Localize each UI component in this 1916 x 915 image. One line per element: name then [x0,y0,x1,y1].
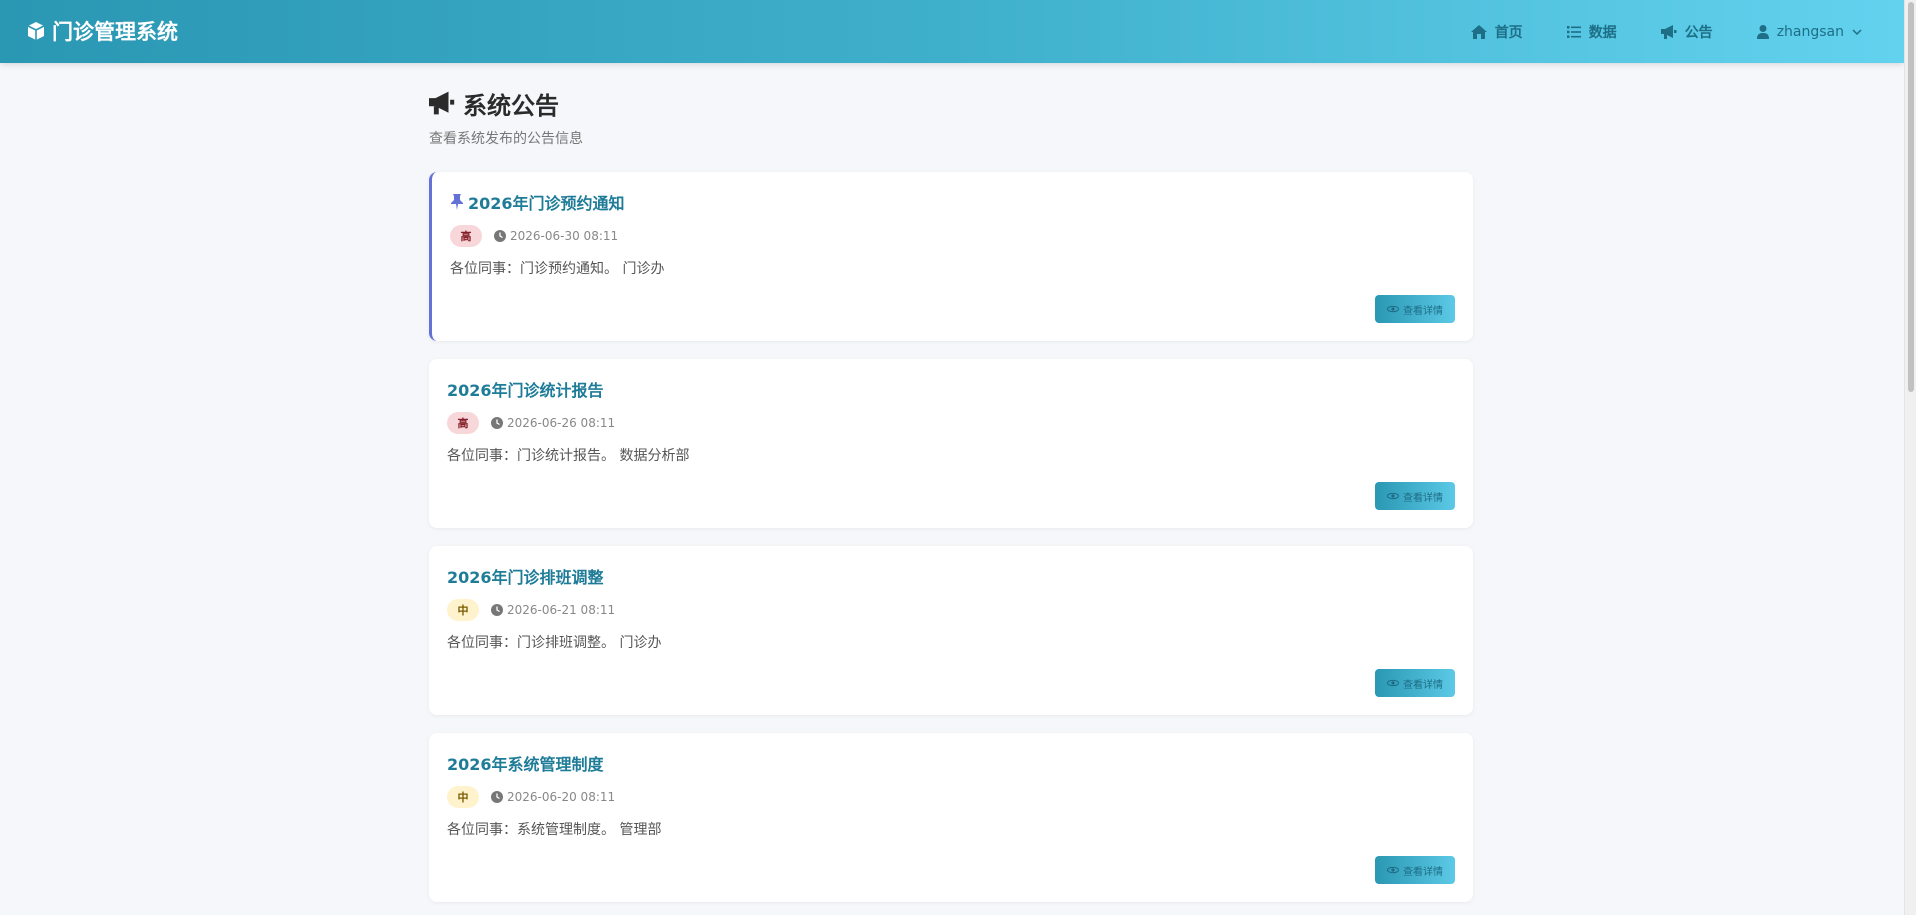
announcement-title[interactable]: 2026年系统管理制度 [447,751,1455,775]
announcement-time: 2026-06-20 08:11 [491,790,615,804]
main-content: 系统公告 查看系统发布的公告信息 2026年门诊预约通知 高 2026-06-3… [429,63,1473,902]
announcement-meta: 高 2026-06-26 08:11 [447,411,1455,435]
announcement-time: 2026-06-21 08:11 [491,603,615,617]
announcement-title[interactable]: 2026年门诊统计报告 [447,377,1455,401]
view-details-button[interactable]: 查看详情 [1375,482,1455,510]
page-scrollbar[interactable] [1904,0,1916,915]
announcement-content: 各位同事：门诊排班调整。 门诊办 [447,635,662,651]
announcement-content: 各位同事：门诊统计报告。 数据分析部 [447,448,690,464]
announcement-content: 各位同事：系统管理制度。 管理部 [447,822,662,838]
announcement-time-text: 2026-06-26 08:11 [507,416,616,430]
nav-item-data[interactable]: 数据 [1566,22,1617,42]
announcement-card[interactable]: 2026年门诊统计报告 高 2026-06-26 08:11 各位同事：门诊统计… [429,359,1473,528]
announcement-title-text: 2026年门诊统计报告 [447,381,604,400]
announcement-time: 2026-06-30 08:11 [494,229,618,243]
clock-icon [491,604,503,616]
username: zhangsan [1776,23,1844,40]
view-details-label: 查看详情 [1403,679,1443,691]
priority-badge: 高 [450,225,482,247]
announcement-time-text: 2026-06-20 08:11 [507,790,616,804]
announcement-meta: 高 2026-06-30 08:11 [450,224,1455,248]
nav-menu: 首页 数据 公告 zhangsan [1427,0,1862,63]
page-title-text: 系统公告 [463,91,559,120]
announcement-title[interactable]: 2026年门诊排班调整 [447,564,1455,588]
scrollbar-thumb[interactable] [1908,2,1914,392]
view-details-label: 查看详情 [1403,866,1443,878]
announcement-card[interactable]: 2026年门诊排班调整 中 2026-06-21 08:11 各位同事：门诊排班… [429,546,1473,715]
megaphone-icon [1660,24,1677,39]
eye-icon [1387,866,1399,874]
view-details-label: 查看详情 [1403,305,1443,317]
eye-icon [1387,492,1399,500]
clock-icon [491,791,503,803]
view-details-button[interactable]: 查看详情 [1375,856,1455,884]
clock-icon [491,417,503,429]
eye-icon [1387,305,1399,313]
cube-icon [27,22,45,40]
announcement-card[interactable]: 2026年系统管理制度 中 2026-06-20 08:11 各位同事：系统管理… [429,733,1473,902]
announcement-meta: 中 2026-06-20 08:11 [447,785,1455,809]
announcement-title-text: 2026年门诊排班调整 [447,568,604,587]
list-icon [1566,25,1581,38]
announcement-time-text: 2026-06-30 08:11 [510,229,619,243]
announcement-title-text: 2026年门诊预约通知 [468,194,625,213]
announcement-meta: 中 2026-06-21 08:11 [447,598,1455,622]
announcement-content: 各位同事：门诊预约通知。 门诊办 [450,261,665,277]
priority-badge: 中 [447,786,479,808]
announcement-title[interactable]: 2026年门诊预约通知 [450,190,1455,214]
nav-item-label: 数据 [1588,24,1617,41]
announcement-time: 2026-06-26 08:11 [491,416,615,430]
priority-badge: 中 [447,599,479,621]
page-title: 系统公告 [429,87,1473,120]
view-details-button[interactable]: 查看详情 [1375,295,1455,323]
nav-item-label: 公告 [1684,24,1713,41]
megaphone-icon [429,91,455,115]
priority-badge: 高 [447,412,479,434]
user-menu[interactable]: zhangsan [1756,23,1862,40]
home-icon [1470,24,1487,39]
nav-item-label: 首页 [1494,24,1523,41]
pin-icon [451,194,463,210]
page-subtitle: 查看系统发布的公告信息 [429,131,583,147]
announcement-card[interactable]: 2026年门诊预约通知 高 2026-06-30 08:11 各位同事：门诊预约… [429,172,1473,341]
announcement-title-text: 2026年系统管理制度 [447,755,604,774]
clock-icon [494,230,506,242]
chevron-down-icon [1852,28,1862,35]
app-brand[interactable]: 门诊管理系统 [26,16,178,46]
nav-item-announcements[interactable]: 公告 [1660,22,1713,42]
user-icon [1756,24,1769,39]
view-details-button[interactable]: 查看详情 [1375,669,1455,697]
nav-item-home[interactable]: 首页 [1470,22,1523,42]
announcement-time-text: 2026-06-21 08:11 [507,603,616,617]
eye-icon [1387,679,1399,687]
view-details-label: 查看详情 [1403,492,1443,504]
top-navbar: 门诊管理系统 首页 数据 公告 zhangsan [0,0,1904,63]
app-title: 门诊管理系统 [52,20,178,44]
